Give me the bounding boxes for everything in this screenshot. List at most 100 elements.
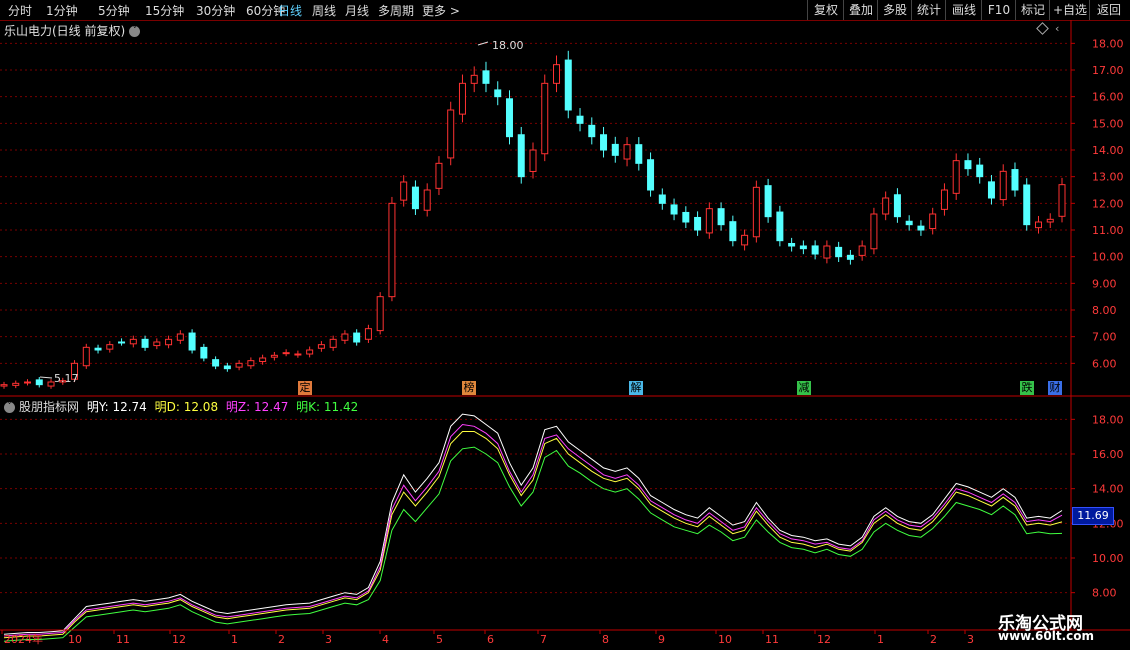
main-y-label: 13.00: [1092, 171, 1124, 184]
line-ming-d: [3, 431, 1063, 639]
candle-body: [811, 245, 819, 255]
candle-body: [1046, 218, 1054, 223]
candle-body: [741, 234, 749, 246]
candle-body: [1034, 221, 1042, 229]
candle-body: [553, 64, 561, 84]
candle-body: [964, 160, 972, 170]
event-marker-jian[interactable]: 减: [797, 381, 811, 395]
low-arrow: [39, 376, 53, 379]
candle-body: [846, 254, 854, 260]
candle-body: [647, 159, 655, 191]
x-axis-label: 6: [487, 633, 494, 646]
candle-body: [235, 362, 243, 368]
candle-body: [82, 346, 90, 367]
main-y-label: 9.00: [1092, 277, 1117, 290]
candle-body: [929, 213, 937, 230]
indicator-y-label: 14.00: [1092, 483, 1124, 496]
candle-body: [458, 82, 466, 115]
main-y-label: 15.00: [1092, 117, 1124, 130]
x-axis-label: 11: [765, 633, 779, 646]
candle-body: [0, 384, 8, 387]
x-axis-label: 12: [172, 633, 186, 646]
candle-body: [118, 341, 126, 344]
candle-body: [588, 124, 596, 138]
main-y-label: 11.00: [1092, 224, 1124, 237]
x-axis-label: 2: [930, 633, 937, 646]
candle-body: [35, 379, 43, 386]
x-axis-label: 10: [718, 633, 732, 646]
candle-body: [600, 134, 608, 151]
candle-body: [835, 246, 843, 258]
candle-body: [247, 360, 255, 367]
candle-body: [670, 204, 678, 215]
main-y-label: 14.00: [1092, 144, 1124, 157]
candle-body: [494, 89, 502, 98]
candle-body: [682, 211, 690, 223]
candle-body: [529, 149, 537, 172]
x-axis-label: 3: [967, 633, 974, 646]
candle-body: [752, 186, 760, 238]
candle-body: [482, 70, 490, 84]
candle-body: [987, 181, 995, 199]
indicator-y-label: 16.00: [1092, 448, 1124, 461]
candle-body: [705, 208, 713, 234]
candle-body: [282, 352, 290, 355]
event-marker-die[interactable]: 跌: [1020, 381, 1034, 395]
candle-body: [329, 338, 337, 348]
candle-body: [623, 144, 631, 160]
x-axis-label: 2: [278, 633, 285, 646]
candle-body: [200, 346, 208, 359]
candle-body: [576, 115, 584, 124]
event-marker-bang[interactable]: 榜: [462, 381, 476, 395]
indicator-value-d: 明D: 12.08: [154, 400, 219, 414]
candle-body: [141, 338, 149, 348]
candle-body: [376, 296, 384, 332]
indicator-title[interactable]: ˅ 股朋指标网 明Y: 12.74 明D: 12.08 明Z: 12.47 明K:…: [4, 398, 358, 415]
x-axis-label: 7: [540, 633, 547, 646]
candle-body: [188, 332, 196, 351]
candle-body: [717, 208, 725, 226]
chart-canvas[interactable]: 18.00 1 7.00 16.00 15.00 14.00 13.00 12.00 11.00…: [0, 0, 1130, 650]
candle-body: [176, 333, 184, 341]
indicator-y-label: 10.00: [1092, 552, 1124, 565]
main-y-label: 7.00: [1092, 331, 1117, 344]
candle-body: [940, 189, 948, 210]
watermark-url: www.60lt.com: [998, 629, 1095, 643]
candle-body: [776, 211, 784, 242]
candle-body: [388, 202, 396, 298]
event-marker-ding[interactable]: 定: [298, 381, 312, 395]
candle-body: [447, 109, 455, 159]
x-axis-label: 2024年: [4, 632, 43, 646]
main-y-label: 12.00: [1092, 197, 1124, 210]
x-axis-label: 1: [231, 633, 238, 646]
high-price-label: 18.00: [492, 39, 524, 52]
candle-body: [94, 347, 102, 351]
chevron-down-icon[interactable]: ˅: [4, 402, 15, 413]
candle-body: [635, 144, 643, 164]
candle-body: [541, 82, 549, 155]
candle-body: [353, 332, 361, 343]
event-marker-jie[interactable]: 解: [629, 381, 643, 395]
candle-body: [976, 164, 984, 178]
event-marker-cai[interactable]: 财: [1048, 381, 1062, 395]
candle-body: [764, 185, 772, 218]
current-price-tag: 11.69: [1072, 507, 1114, 525]
candle-body: [12, 382, 20, 386]
candle-body: [729, 221, 737, 242]
candle-body: [694, 216, 702, 231]
candle-body: [799, 245, 807, 250]
x-axis-label: 5: [436, 633, 443, 646]
candle-body: [317, 344, 325, 349]
x-axis-label: 11: [116, 633, 130, 646]
main-y-label: 10.00: [1092, 251, 1124, 264]
candlestick-series: [0, 50, 1066, 389]
candle-body: [306, 349, 314, 355]
candle-body: [400, 181, 408, 201]
candle-body: [823, 245, 831, 259]
candle-body: [411, 186, 419, 210]
candle-body: [259, 357, 267, 362]
main-y-label: 6.00: [1092, 357, 1117, 370]
candle-body: [611, 143, 619, 156]
candle-body: [999, 170, 1007, 201]
candle-body: [952, 160, 960, 194]
